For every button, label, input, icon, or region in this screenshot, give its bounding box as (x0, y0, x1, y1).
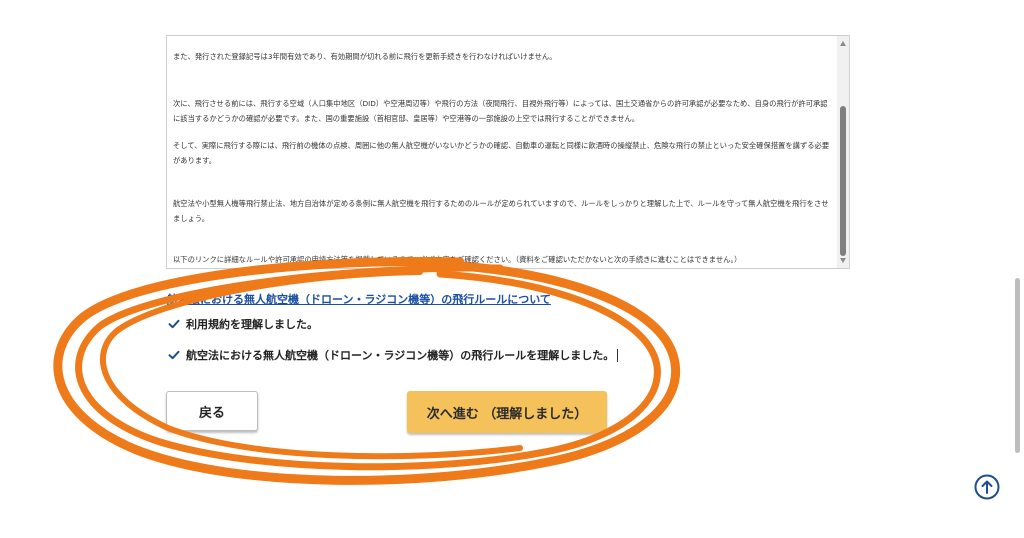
back-button[interactable]: 戻る (166, 391, 258, 431)
arrow-up-circle-icon[interactable] (974, 474, 1000, 500)
terms-scroll-thumb[interactable] (840, 106, 846, 256)
rules-agree-checkbox[interactable] (168, 349, 180, 361)
next-button[interactable]: 次へ進む （理解しました） (407, 391, 607, 433)
flight-rules-link[interactable]: 航空法における無人航空機（ドローン・ラジコン機等）の飛行ルールについて (167, 291, 551, 307)
terms-scrollbar[interactable] (837, 36, 849, 268)
terms-paragraph-4: 航空法や小型無人機等飛行禁止法、地方自治体が定める条例に無人航空機を飛行するため… (173, 199, 829, 223)
terms-scroll-box[interactable]: また、発行された登録記号は3年間有効であり、有効期間が切れる前に飛行を更新手続き… (166, 35, 850, 269)
terms-paragraph-3: そして、実際に飛行する際には、飛行前の機体の点検、周囲に他の無人航空機がいないか… (173, 141, 830, 165)
terms-paragraph-2: 次に、飛行させる前には、飛行する空域（人口集中地区（DID）や空港周辺等）や飛行… (173, 99, 828, 123)
scroll-down-arrow-icon[interactable] (840, 258, 846, 263)
terms-agree-row[interactable]: 利用規約を理解しました。 (168, 316, 318, 332)
rules-agree-label: 航空法における無人航空機（ドローン・ラジコン機等）の飛行ルールを理解しました。 (186, 349, 615, 362)
check-icon (168, 350, 180, 360)
terms-paragraph-1: また、発行された登録記号は3年間有効であり、有効期間が切れる前に飛行を更新手続き… (173, 52, 557, 61)
terms-agree-label: 利用規約を理解しました。 (186, 318, 318, 331)
check-icon (168, 319, 180, 329)
scroll-up-arrow-icon[interactable] (840, 41, 846, 46)
terms-agree-checkbox[interactable] (168, 318, 180, 330)
page-scroll-thumb[interactable] (1015, 278, 1020, 453)
text-cursor (617, 348, 619, 362)
rules-agree-row[interactable]: 航空法における無人航空機（ドローン・ラジコン機等）の飛行ルールを理解しました。 (168, 347, 619, 363)
terms-paragraph-5: 以下のリンクに詳細なルールや許可承認の申請方法等を掲載しているので、必ず内容をご… (173, 255, 742, 264)
